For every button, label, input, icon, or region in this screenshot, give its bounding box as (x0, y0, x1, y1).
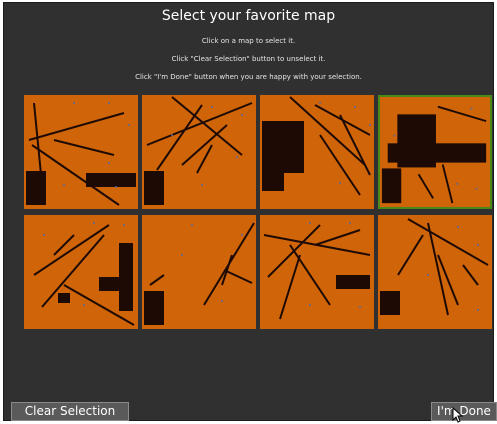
im-done-button[interactable]: I'm Done (431, 402, 497, 421)
page-title: Select your favorite map (161, 8, 336, 24)
clear-selection-button[interactable]: Clear Selection (11, 402, 129, 421)
map-8-layout (380, 218, 489, 316)
map-thumbnail-8[interactable] (378, 215, 492, 329)
game-window: Select your favorite map Click on a map … (3, 2, 497, 421)
map-4-layout (381, 105, 487, 204)
map-thumbnail-2[interactable] (142, 95, 256, 209)
map-thumbnail-4[interactable] (378, 95, 492, 209)
map-thumbnail-3[interactable] (260, 95, 374, 209)
map-7-layout (263, 222, 371, 320)
map-thumbnail-5[interactable] (24, 215, 138, 329)
map-thumbnail-6[interactable] (142, 215, 256, 329)
map-3-layout (262, 96, 371, 196)
map-thumbnail-1[interactable] (24, 95, 138, 209)
map-6-layout (144, 222, 255, 325)
map-1-layout (26, 102, 136, 206)
instruction-clear: Click "Clear Selection" button to unsele… (171, 55, 326, 63)
instruction-done: Click "I'm Done" button when you are hap… (135, 73, 362, 81)
map-thumbnail-7[interactable] (260, 215, 374, 329)
mouse-pointer-icon (452, 407, 464, 423)
instruction-select: Click on a map to select it. (201, 37, 296, 45)
map-5-layout (33, 222, 135, 326)
map-grid (24, 95, 494, 329)
map-2-layout (144, 96, 253, 205)
